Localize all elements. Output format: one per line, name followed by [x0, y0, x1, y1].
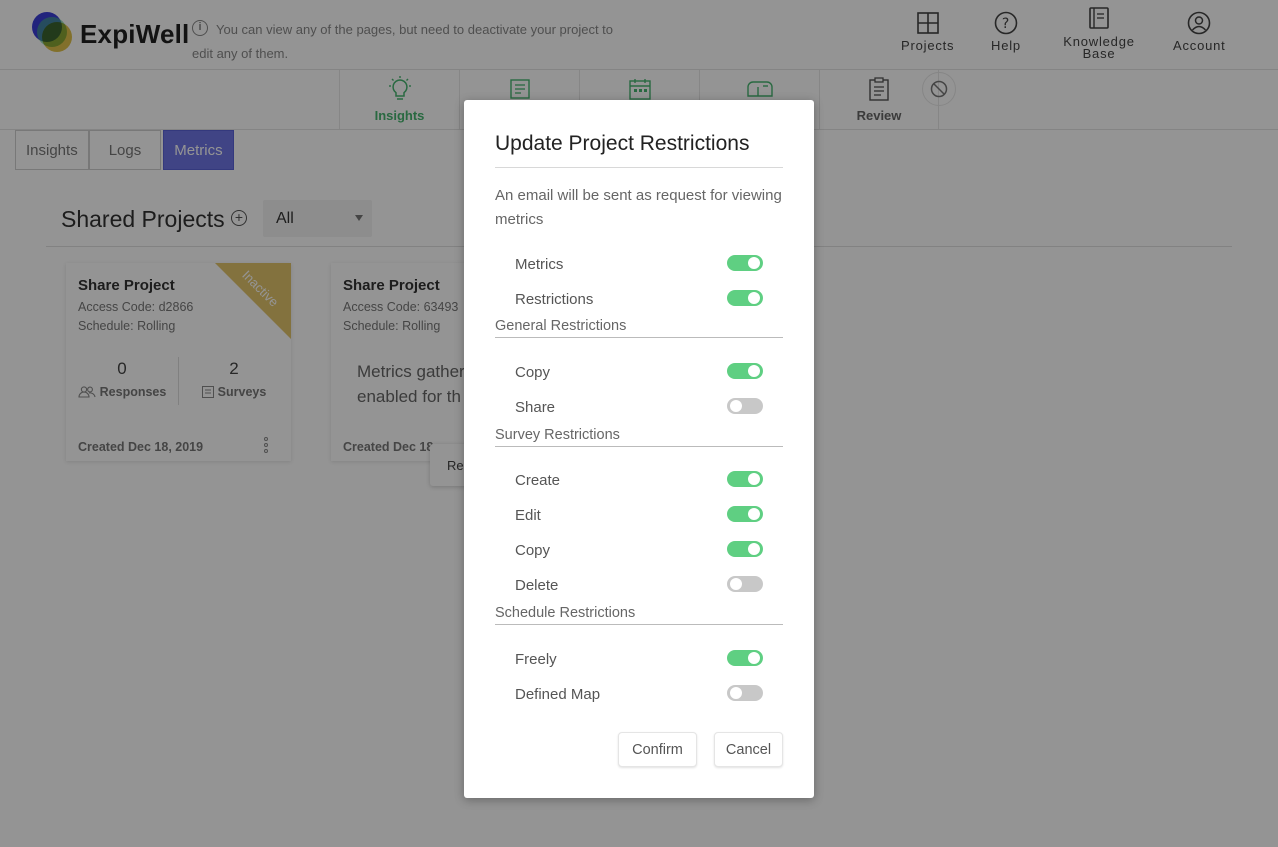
- update-restrictions-dialog: Update Project Restrictions An email wil…: [464, 100, 814, 798]
- toggle-label: Metrics: [515, 255, 564, 273]
- toggle-row-metrics: Metrics: [515, 253, 763, 275]
- restrictions-toggle[interactable]: [727, 290, 763, 306]
- metrics-toggle[interactable]: [727, 255, 763, 271]
- toggle-row-survey-copy: Copy: [515, 539, 763, 561]
- dialog-description: An email will be sent as request for vie…: [495, 187, 782, 228]
- dialog-title-divider: [495, 167, 783, 168]
- toggle-label: Freely: [515, 650, 557, 668]
- schedule-defined-map-toggle[interactable]: [727, 685, 763, 701]
- survey-create-toggle[interactable]: [727, 471, 763, 487]
- toggle-label: Create: [515, 471, 561, 489]
- toggle-row-survey-edit: Edit: [515, 504, 763, 526]
- toggle-row-survey-delete: Delete: [515, 574, 763, 596]
- toggle-label: Copy: [515, 363, 551, 381]
- cancel-button[interactable]: Cancel: [714, 732, 783, 767]
- toggle-label: Share: [515, 398, 556, 416]
- toggle-label: Edit: [515, 506, 541, 524]
- toggle-row-restrictions: Restrictions: [515, 288, 763, 310]
- toggle-label: Delete: [515, 576, 559, 594]
- toggle-label: Restrictions: [515, 290, 594, 308]
- general-share-toggle[interactable]: [727, 398, 763, 414]
- survey-edit-toggle[interactable]: [727, 506, 763, 522]
- survey-copy-toggle[interactable]: [727, 541, 763, 557]
- toggle-row-schedule-freely: Freely: [515, 648, 763, 670]
- survey-delete-toggle[interactable]: [727, 576, 763, 592]
- general-copy-toggle[interactable]: [727, 363, 763, 379]
- general-restrictions-heading: General Restrictions: [495, 318, 783, 338]
- toggle-row-general-copy: Copy: [515, 361, 763, 383]
- schedule-restrictions-heading: Schedule Restrictions: [495, 605, 783, 625]
- dialog-title: Update Project Restrictions: [495, 132, 750, 155]
- toggle-label: Defined Map: [515, 685, 601, 703]
- toggle-row-schedule-defined-map: Defined Map: [515, 683, 763, 705]
- toggle-row-survey-create: Create: [515, 469, 763, 491]
- toggle-row-general-share: Share: [515, 396, 763, 418]
- survey-restrictions-heading: Survey Restrictions: [495, 427, 783, 447]
- confirm-button[interactable]: Confirm: [618, 732, 697, 767]
- schedule-freely-toggle[interactable]: [727, 650, 763, 666]
- toggle-label: Copy: [515, 541, 551, 559]
